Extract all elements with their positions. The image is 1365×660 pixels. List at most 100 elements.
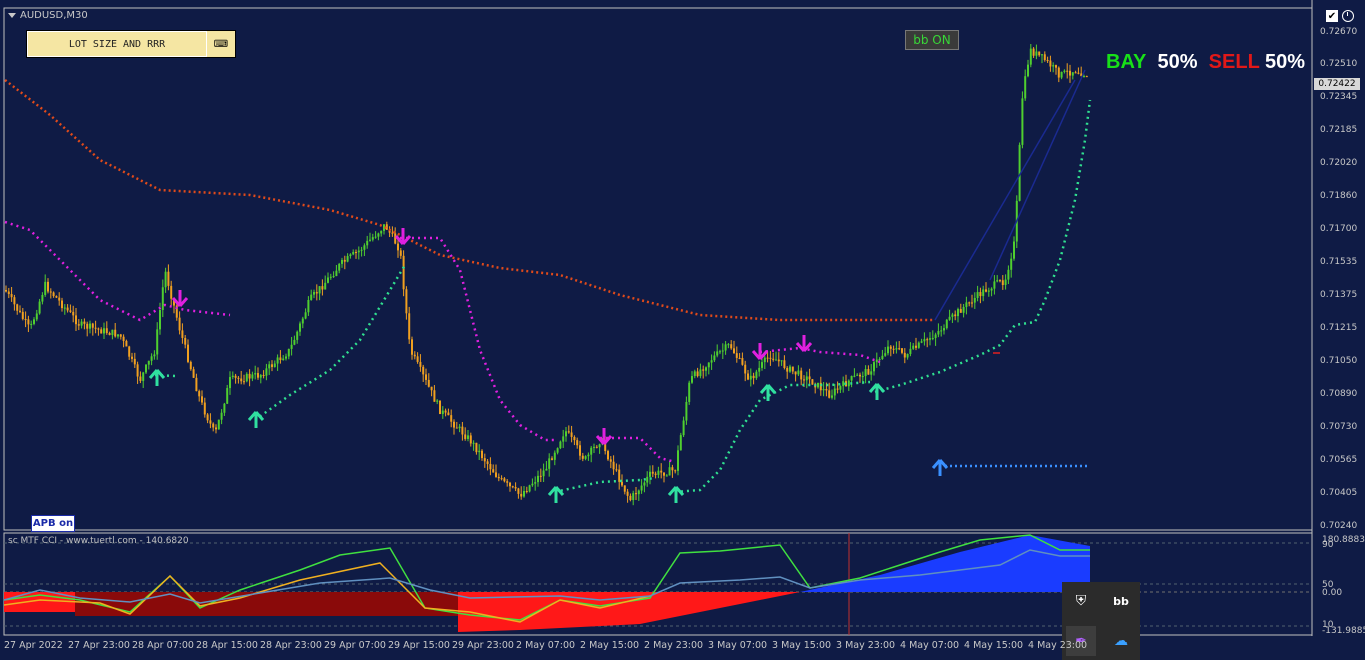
- candle-body: [153, 354, 156, 357]
- candle-body: [730, 344, 733, 349]
- candle-body: [89, 323, 91, 329]
- candle-body: [791, 366, 794, 372]
- price-tick-label: 0.72020: [1320, 158, 1358, 168]
- candle-body: [912, 345, 915, 349]
- candle-body: [262, 375, 265, 377]
- candle-body: [349, 254, 352, 257]
- time-tick-label: 28 Apr 07:00: [132, 640, 194, 651]
- candle-body: [69, 310, 72, 312]
- candle-body: [864, 369, 867, 377]
- candle-body: [887, 346, 889, 354]
- collapse-triangle-icon[interactable]: [8, 12, 16, 18]
- candle-body: [299, 323, 301, 332]
- checkbox-icon[interactable]: ✔: [1326, 10, 1338, 22]
- apb-toggle-button[interactable]: APB on: [31, 515, 75, 532]
- candle-body: [948, 316, 951, 320]
- candle-body: [685, 401, 688, 421]
- candle-body: [637, 490, 640, 495]
- price-chart[interactable]: [0, 0, 1365, 660]
- candle-body: [453, 421, 455, 428]
- cloud-icon[interactable]: ☁: [1106, 626, 1136, 656]
- candle-body: [352, 252, 355, 255]
- candle-body: [735, 353, 738, 358]
- candle-body: [119, 334, 122, 337]
- candle-body: [769, 357, 772, 359]
- price-tick-label: 0.72185: [1320, 125, 1358, 135]
- candle-body: [1035, 51, 1038, 56]
- candle-body: [105, 328, 108, 333]
- candle-body: [850, 376, 853, 381]
- bb-toggle-button[interactable]: bb ON: [905, 30, 959, 50]
- candle-body: [413, 354, 416, 357]
- candle-body: [251, 374, 254, 379]
- candle-body: [72, 311, 75, 316]
- candle-body: [545, 468, 548, 471]
- keyboard-icon[interactable]: ⌨: [207, 31, 235, 57]
- candle-body: [94, 327, 97, 329]
- candle-body: [682, 420, 685, 436]
- candle-body: [707, 362, 710, 368]
- candle-body: [167, 271, 170, 286]
- chart-window[interactable]: AUDUSD,M30 LOT SIZE AND RRR ⌨ bb ON BAY …: [0, 0, 1365, 660]
- candle-body: [366, 240, 369, 246]
- time-tick-label: 27 Apr 2022: [4, 640, 63, 651]
- candle-body: [1038, 51, 1041, 56]
- price-tick-label: 0.70565: [1320, 455, 1358, 465]
- candle-body: [203, 402, 206, 415]
- candle-body: [1063, 70, 1066, 72]
- candle-body: [607, 451, 609, 460]
- candle-body: [159, 309, 161, 330]
- candle-body: [276, 357, 279, 364]
- candle-body: [663, 472, 665, 476]
- candle-body: [828, 390, 831, 398]
- candle-body: [145, 364, 147, 373]
- symbol-label: AUDUSD,M30: [20, 10, 88, 21]
- candle-body: [503, 478, 506, 482]
- lot-size-button[interactable]: LOT SIZE AND RRR: [27, 31, 207, 57]
- candle-body: [5, 290, 7, 292]
- candle-body: [408, 313, 411, 340]
- candle-body: [394, 233, 397, 244]
- shield-check-icon[interactable]: ⛨: [1066, 586, 1096, 616]
- candle-body: [783, 360, 786, 368]
- candle-body: [464, 434, 467, 439]
- candle-body: [539, 475, 542, 477]
- candle-body: [559, 441, 562, 449]
- candle-body: [103, 328, 105, 334]
- clock-icon[interactable]: [1342, 10, 1354, 22]
- candle-body: [797, 370, 800, 375]
- price-tick-label: 0.71535: [1320, 257, 1358, 267]
- candle-body: [1041, 54, 1043, 56]
- candle-body: [825, 389, 828, 391]
- candle-body: [327, 277, 329, 283]
- candle-body: [749, 375, 752, 380]
- candle-body: [83, 321, 86, 324]
- candle-body: [131, 356, 133, 359]
- current-price-tag: 0.72422: [1314, 78, 1360, 90]
- candle-body: [380, 230, 383, 234]
- candle-body: [49, 291, 52, 293]
- candle-body: [861, 376, 864, 378]
- candle-body: [234, 375, 237, 378]
- cci-tick-label: -131.9885: [1322, 626, 1365, 636]
- candle-body: [581, 455, 584, 459]
- candle-body: [696, 371, 699, 377]
- candle-body: [699, 369, 702, 377]
- candle-body: [587, 454, 590, 457]
- sell-percent: 50%: [1265, 51, 1306, 73]
- symbol-title: AUDUSD,M30: [8, 10, 88, 21]
- candle-body: [1027, 64, 1029, 77]
- candle-body: [44, 281, 47, 295]
- bb-app-icon[interactable]: bb: [1106, 586, 1136, 616]
- candle-body: [665, 475, 668, 477]
- candle-body: [593, 446, 595, 448]
- candle-body: [943, 328, 945, 331]
- candle-body: [97, 328, 100, 330]
- candle-body: [654, 473, 657, 475]
- candle-body: [517, 488, 520, 494]
- candle-body: [229, 377, 231, 389]
- candle-body: [646, 476, 649, 483]
- candle-body: [635, 493, 637, 495]
- buy-stop-dots: [874, 99, 1092, 394]
- candle-body: [321, 286, 324, 290]
